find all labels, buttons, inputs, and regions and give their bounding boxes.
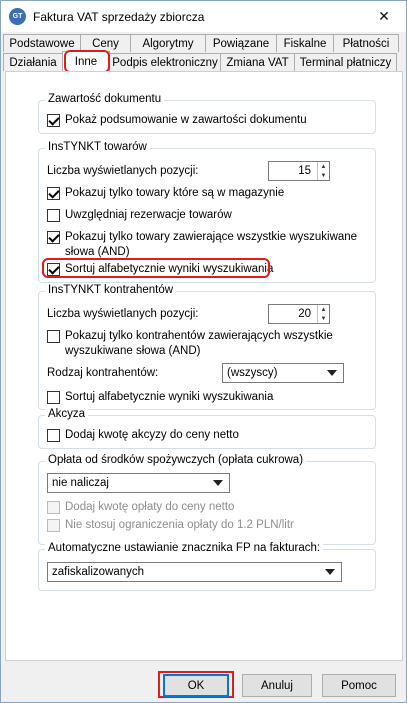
akcyza-label: Dodaj kwotę akcyzy do ceny netto xyxy=(65,429,239,441)
tab-content-panel: Zawartość dokumentu Pokaż podsumowanie w… xyxy=(5,71,403,661)
chevron-down-icon xyxy=(213,480,223,486)
spin-up-icon[interactable]: ▲ xyxy=(318,305,329,314)
tab-podpis-elektroniczny[interactable]: Podpis elektroniczny xyxy=(109,53,221,71)
tab-row-1: Podstawowe Ceny Algorytmy Powiązane Fisk… xyxy=(3,34,399,52)
group-akcyza: Akcyza Dodaj kwotę akcyzy do ceny netto xyxy=(38,408,376,449)
tab-zmiana-vat[interactable]: Zmiana VAT xyxy=(220,53,295,71)
kontrahenci-type-value: (wszyscy) xyxy=(227,367,278,379)
oplata-select[interactable]: nie naliczaj xyxy=(47,473,230,493)
only-in-stock-row: Pokazuj tylko towary które są w magazyni… xyxy=(47,186,284,201)
chevron-down-icon xyxy=(327,370,337,376)
ok-button[interactable]: OK xyxy=(163,674,229,697)
show-summary-label: Pokaż podsumowanie w zawartości dokument… xyxy=(65,114,307,126)
title-bar: GT Faktura VAT sprzedaży zbiorcza ✕ xyxy=(1,1,406,32)
kontrahenci-count-row: Liczba wyświetlanych pozycji: xyxy=(47,307,198,322)
akcyza-checkbox[interactable] xyxy=(47,429,60,442)
towary-count-label: Liczba wyświetlanych pozycji: xyxy=(47,165,199,177)
kontrahenci-type-select[interactable]: (wszyscy) xyxy=(222,363,344,383)
reservations-checkbox[interactable] xyxy=(47,209,60,222)
group-oplata-cukrowa: Opłata od środków spożywczych (opłata cu… xyxy=(38,454,376,545)
app-logo-icon: GT xyxy=(9,8,26,25)
towary-count-stepper[interactable]: 15 ▲ ▼ xyxy=(268,161,330,181)
sort-option-highlight xyxy=(42,258,270,278)
reservations-label: Uwzględniaj rezerwacje towarów xyxy=(65,209,232,221)
towary-all-words-label-line2: słowa (AND) xyxy=(65,246,130,258)
towary-count-value: 15 xyxy=(298,165,311,177)
kontrahenci-type-row: Rodzaj kontrahentów: xyxy=(47,366,158,381)
group-znacznik-fp: Automatyczne ustawianie znacznika FP na … xyxy=(38,542,376,591)
tab-inne-highlight xyxy=(64,50,110,73)
close-icon[interactable]: ✕ xyxy=(372,5,396,27)
help-button[interactable]: Pomoc xyxy=(322,674,396,697)
group-legend: Automatyczne ustawianie znacznika FP na … xyxy=(45,542,324,554)
oplata-add-label: Dodaj kwotę opłaty do ceny netto xyxy=(65,501,235,513)
kontrahenci-count-label: Liczba wyświetlanych pozycji: xyxy=(47,308,199,320)
kontrahenci-count-value: 20 xyxy=(298,308,311,320)
group-legend: InsTYNKT kontrahentów xyxy=(45,284,177,296)
kontrahenci-count-stepper[interactable]: 20 ▲ ▼ xyxy=(268,304,330,324)
towary-all-words-label-line1: Pokazuj tylko towary zawierające wszystk… xyxy=(65,231,358,243)
show-summary-row: Pokaż podsumowanie w zawartości dokument… xyxy=(47,113,307,128)
show-summary-checkbox[interactable] xyxy=(47,114,60,127)
towary-all-words-checkbox[interactable] xyxy=(47,231,60,244)
kontrahenci-all-words-checkbox[interactable] xyxy=(47,330,60,343)
group-instynkt-kontrahentow: InsTYNKT kontrahentów Liczba wyświetlany… xyxy=(38,284,376,410)
group-legend: Opłata od środków spożywczych (opłata cu… xyxy=(45,454,307,466)
group-legend: Zawartość dokumentu xyxy=(45,93,165,105)
kontrahenci-sort-checkbox[interactable] xyxy=(47,391,60,404)
tab-row-2: Działania Inne Podpis elektroniczny Zmia… xyxy=(3,51,397,71)
oplata-no-limit-row: Nie stosuj ograniczenia opłaty do 1.2 PL… xyxy=(47,518,294,533)
cancel-button[interactable]: Anuluj xyxy=(242,674,312,697)
fp-select[interactable]: zafiskalizowanych xyxy=(47,562,342,582)
kontrahenci-type-label: Rodzaj kontrahentów: xyxy=(47,367,159,379)
tab-powiazane[interactable]: Powiązane xyxy=(205,34,277,52)
towary-all-words-row: Pokazuj tylko towary zawierające wszystk… xyxy=(47,230,357,260)
tab-fiskalne[interactable]: Fiskalne xyxy=(276,34,334,52)
only-in-stock-checkbox[interactable] xyxy=(47,187,60,200)
oplata-add-row: Dodaj kwotę opłaty do ceny netto xyxy=(47,500,234,515)
akcyza-row: Dodaj kwotę akcyzy do ceny netto xyxy=(47,428,239,443)
window-title: Faktura VAT sprzedaży zbiorcza xyxy=(33,10,205,24)
tab-terminal-platniczy[interactable]: Terminal płatniczy xyxy=(294,53,397,71)
spin-up-icon[interactable]: ▲ xyxy=(318,162,329,171)
group-zawartosc-dokumentu: Zawartość dokumentu Pokaż podsumowanie w… xyxy=(38,93,376,134)
towary-count-row: Liczba wyświetlanych pozycji: xyxy=(47,164,198,179)
tab-platnosci[interactable]: Płatności xyxy=(333,34,399,52)
oplata-no-limit-checkbox[interactable] xyxy=(47,519,60,532)
kontrahenci-all-words-label-line2: wyszukiwane słowa (AND) xyxy=(65,345,201,357)
kontrahenci-sort-label: Sortuj alfabetycznie wyniki wyszukiwania xyxy=(65,391,274,403)
reservations-row: Uwzględniaj rezerwacje towarów xyxy=(47,208,232,223)
spin-down-icon[interactable]: ▼ xyxy=(318,314,329,323)
dialog-window: GT Faktura VAT sprzedaży zbiorcza ✕ Pods… xyxy=(0,0,407,703)
only-in-stock-label: Pokazuj tylko towary które są w magazyni… xyxy=(65,187,285,199)
group-legend: Akcyza xyxy=(45,408,89,420)
oplata-select-value: nie naliczaj xyxy=(52,477,109,489)
oplata-add-checkbox[interactable] xyxy=(47,501,60,514)
fp-select-value: zafiskalizowanych xyxy=(52,566,145,578)
chevron-down-icon xyxy=(325,569,335,575)
spin-down-icon[interactable]: ▼ xyxy=(318,171,329,180)
kontrahenci-sort-row: Sortuj alfabetycznie wyniki wyszukiwania xyxy=(47,390,273,405)
kontrahenci-all-words-label-line1: Pokazuj tylko kontrahentów zawierających… xyxy=(65,330,333,342)
group-legend: InsTYNKT towarów xyxy=(45,141,150,153)
oplata-no-limit-label: Nie stosuj ograniczenia opłaty do 1.2 PL… xyxy=(65,519,294,531)
tab-algorytmy[interactable]: Algorytmy xyxy=(130,34,206,52)
kontrahenci-all-words-row: Pokazuj tylko kontrahentów zawierających… xyxy=(47,329,333,359)
tab-dzialania[interactable]: Działania xyxy=(3,53,63,71)
